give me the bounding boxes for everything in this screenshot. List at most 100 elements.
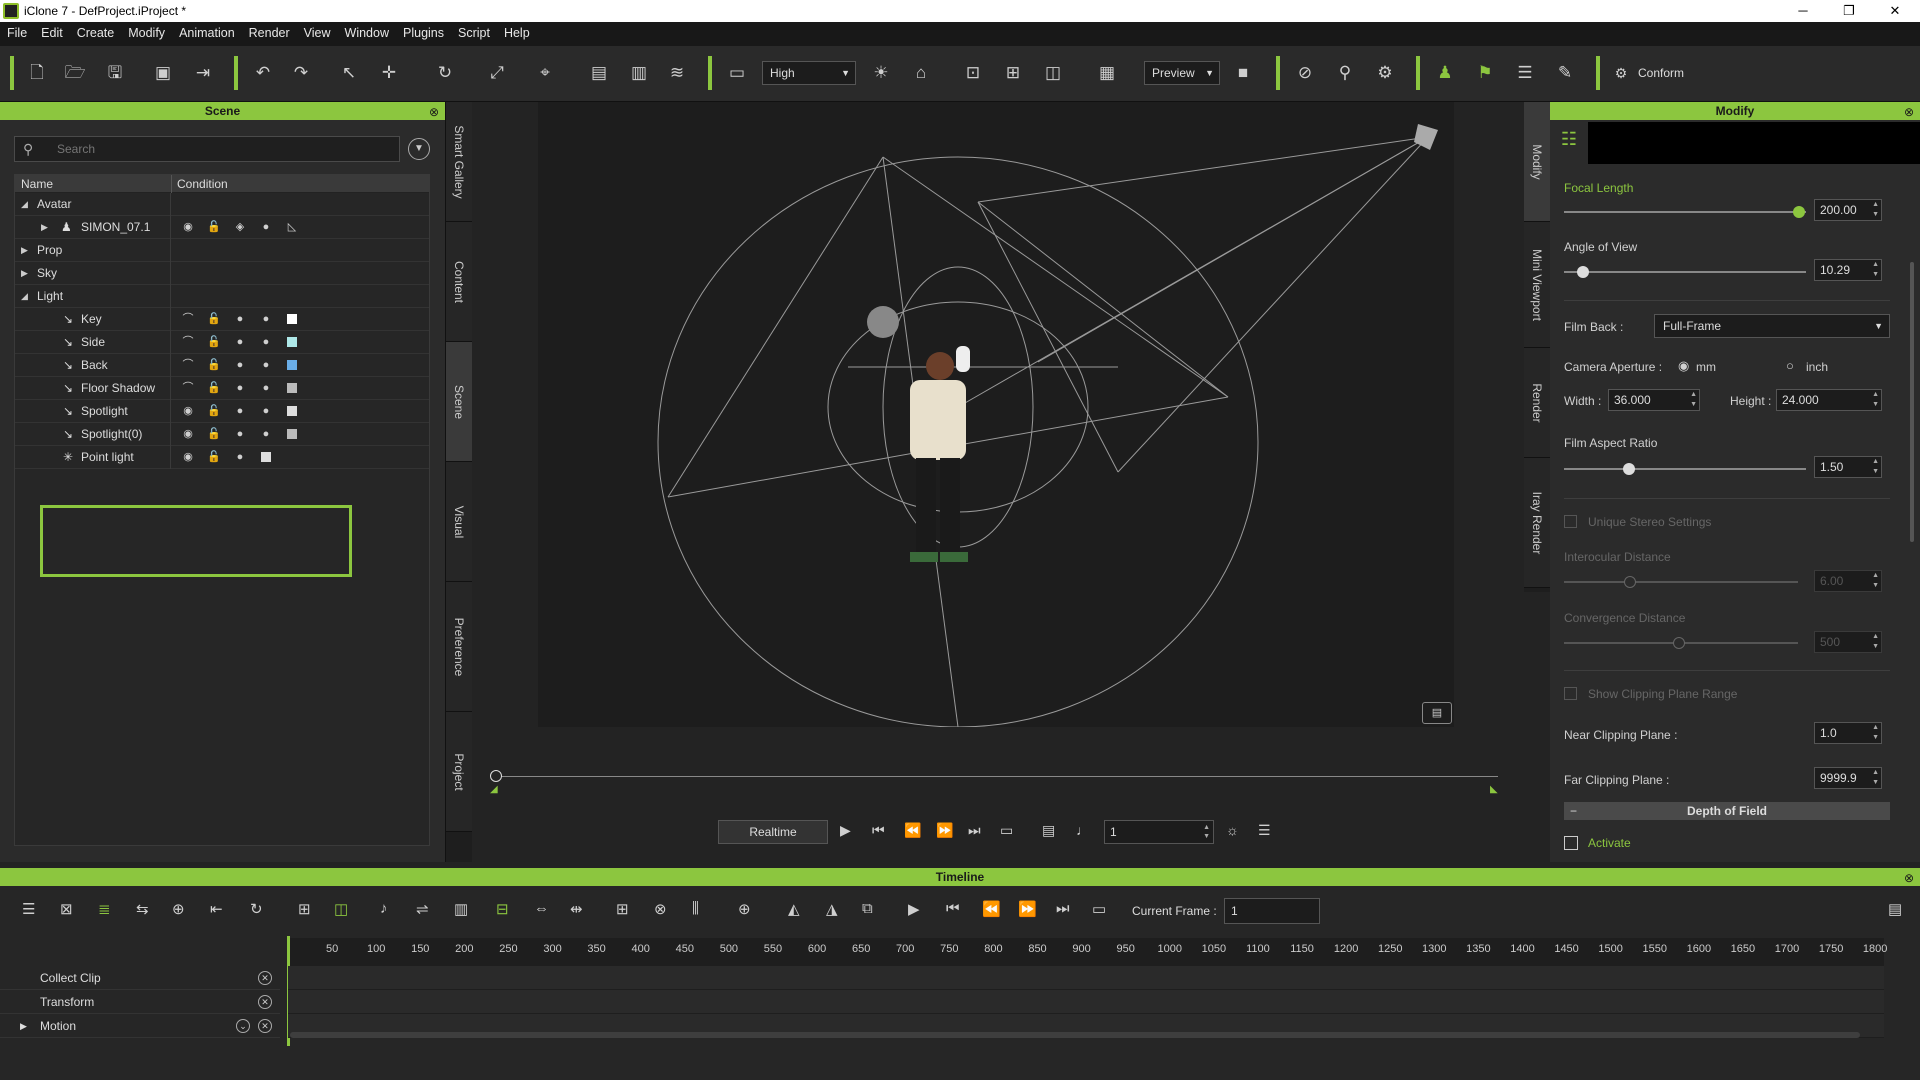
layers-icon[interactable]: ≣ bbox=[98, 900, 111, 918]
settings-sun-icon[interactable]: ☼ bbox=[1226, 822, 1239, 838]
spinner-icon[interactable]: ▲ ▼ bbox=[1203, 823, 1210, 841]
close-panel-icon[interactable]: ⊗ bbox=[1904, 103, 1914, 121]
spinner-icon[interactable]: ▲ ▼ bbox=[1872, 768, 1879, 788]
play-icon[interactable]: ▶ bbox=[840, 822, 851, 839]
light-color-swatch[interactable] bbox=[253, 446, 279, 469]
track-options-icon[interactable]: ⌄ bbox=[236, 1019, 250, 1033]
light-color-swatch[interactable] bbox=[279, 331, 305, 354]
radio-inch-icon[interactable]: ○ bbox=[1786, 358, 1794, 373]
expand-icon[interactable]: ▶ bbox=[41, 216, 48, 239]
flag-icon[interactable]: ⚑ bbox=[1472, 60, 1498, 86]
tab-content[interactable]: Content bbox=[446, 222, 472, 342]
spinner-icon[interactable]: ▲ ▼ bbox=[1872, 457, 1879, 477]
tree-row-back[interactable]: ↘ Back ⌒ 🔓 ● ● bbox=[15, 354, 429, 377]
shadow-icon[interactable]: ● bbox=[253, 354, 279, 377]
tree-row-light[interactable]: ◢ Light bbox=[15, 285, 429, 308]
lock-icon[interactable]: 🔓 bbox=[201, 331, 227, 354]
track-close-icon[interactable]: ✕ bbox=[258, 1019, 272, 1033]
interocular-input[interactable]: 6.00 ▲ ▼ bbox=[1814, 570, 1882, 592]
render-settings-icon[interactable]: ▣ bbox=[150, 60, 176, 86]
focal-length-input[interactable]: 200.00 ▲ ▼ bbox=[1814, 199, 1882, 221]
slider-knob[interactable] bbox=[1623, 576, 1636, 588]
path-icon[interactable]: ≋ bbox=[664, 60, 690, 86]
3d-viewport[interactable]: ▤ bbox=[538, 102, 1454, 727]
menu-modify[interactable]: Modify bbox=[121, 22, 172, 44]
height-input[interactable]: 24.000 ▲ ▼ bbox=[1776, 389, 1882, 411]
menu-view[interactable]: View bbox=[297, 22, 338, 44]
lock-icon[interactable]: 🔓 bbox=[201, 400, 227, 423]
hidden-eye-icon[interactable]: ⌒ bbox=[175, 377, 201, 400]
lock-icon[interactable]: 🔓 bbox=[201, 216, 227, 239]
shift-icon[interactable]: ⇆ bbox=[136, 900, 149, 918]
spinner-icon[interactable]: ▲ ▼ bbox=[1872, 723, 1879, 743]
expand-range-icon[interactable]: ⇔ bbox=[534, 900, 549, 917]
menu-plugins[interactable]: Plugins bbox=[396, 22, 451, 44]
last-frame-icon[interactable]: ⏭ bbox=[968, 822, 981, 839]
collapse-range-icon[interactable]: ⇹ bbox=[570, 900, 583, 918]
delete-key-icon[interactable]: ⊠ bbox=[60, 900, 73, 918]
spinner-icon[interactable]: ▲ ▼ bbox=[1872, 390, 1879, 410]
hidden-eye-icon[interactable]: ⌒ bbox=[175, 331, 201, 354]
zoom-extend-icon[interactable]: ⊞ bbox=[1000, 60, 1026, 86]
camera-icon[interactable]: ■ bbox=[1230, 60, 1256, 86]
shadow-icon[interactable]: ● bbox=[253, 308, 279, 331]
shadow-icon[interactable]: ● bbox=[253, 400, 279, 423]
current-frame-input[interactable]: 1 bbox=[1224, 898, 1320, 924]
expand-icon[interactable]: ▶ bbox=[21, 262, 28, 285]
tab-visual[interactable]: Visual bbox=[446, 462, 472, 582]
shadow-icon[interactable]: ● bbox=[253, 377, 279, 400]
spotlight-gizmo-icon[interactable] bbox=[867, 306, 899, 338]
conform-button[interactable]: Conform bbox=[1638, 66, 1684, 80]
character-icon[interactable]: ♟ bbox=[1432, 60, 1458, 86]
timeline-ruler[interactable]: 50 100 150 200 250 300 350 400 450 500 550 600 650 70… bbox=[288, 938, 1887, 966]
far-clip-input[interactable]: 9999.9 ▲ ▼ bbox=[1814, 767, 1882, 789]
show-clipping-checkbox[interactable] bbox=[1564, 687, 1577, 700]
mesh-icon[interactable]: ◈ bbox=[227, 216, 253, 239]
light-color-swatch[interactable] bbox=[279, 354, 305, 377]
tab-render[interactable]: Render bbox=[1524, 348, 1550, 458]
redo-icon[interactable]: ↷ bbox=[288, 60, 314, 86]
conform-icon[interactable]: ⚙ bbox=[1608, 60, 1634, 86]
menu-animation[interactable]: Animation bbox=[172, 22, 242, 44]
menu-window[interactable]: Window bbox=[338, 22, 396, 44]
spinner-icon[interactable]: ▲ ▼ bbox=[1872, 571, 1879, 591]
menu-help[interactable]: Help bbox=[497, 22, 537, 44]
material-icon[interactable]: ● bbox=[253, 216, 279, 239]
avatar-figure[interactable] bbox=[910, 352, 968, 562]
fit-icon[interactable]: ⊡ bbox=[960, 60, 986, 86]
camera-gizmo-icon[interactable] bbox=[1414, 124, 1438, 150]
tl-first-icon[interactable]: ⏮ bbox=[946, 900, 960, 917]
scrub-handle[interactable] bbox=[490, 770, 502, 782]
remove-key-icon[interactable]: ⇤ bbox=[210, 900, 223, 918]
realtime-dropdown[interactable]: Realtime bbox=[718, 820, 828, 844]
light-on-icon[interactable]: ● bbox=[227, 377, 253, 400]
distribute-icon[interactable]: ▥ bbox=[626, 60, 652, 86]
depth-of-field-section[interactable]: − Depth of Field bbox=[1564, 802, 1890, 820]
bone-icon[interactable]: ⚲ bbox=[1332, 60, 1358, 86]
track-close-icon[interactable]: ✕ bbox=[258, 971, 272, 985]
music-note-icon[interactable]: ♩ bbox=[1076, 822, 1090, 838]
pose-icon[interactable]: ◺ bbox=[279, 216, 305, 239]
sliders-icon[interactable]: ☷ bbox=[1554, 124, 1584, 154]
hidden-eye-icon[interactable]: ⌒ bbox=[175, 308, 201, 331]
activate-checkbox[interactable] bbox=[1564, 836, 1578, 850]
track-lane[interactable] bbox=[288, 990, 1884, 1014]
columns-icon[interactable]: ⫼ bbox=[692, 900, 699, 917]
spinner-icon[interactable]: ▲ ▼ bbox=[1690, 390, 1697, 410]
viewport-info-icon[interactable]: ▤ bbox=[1422, 702, 1452, 724]
film-back-dropdown[interactable]: Full-Frame ▼ bbox=[1654, 314, 1890, 338]
spinner-icon[interactable]: ▲ ▼ bbox=[1872, 632, 1879, 652]
convergence-slider[interactable] bbox=[1564, 637, 1798, 649]
focal-length-slider[interactable] bbox=[1564, 206, 1806, 218]
tree-row-point-light[interactable]: ✳ Point light ◉ 🔓 ● bbox=[15, 446, 429, 469]
rotate-icon[interactable]: ↻ bbox=[432, 60, 458, 86]
export-icon[interactable]: ⇥ bbox=[190, 60, 216, 86]
film-aspect-ratio-slider[interactable] bbox=[1564, 463, 1806, 475]
erase-icon[interactable]: ⊗ bbox=[654, 900, 667, 918]
slider-knob[interactable] bbox=[1623, 463, 1636, 475]
select-icon[interactable]: ↖ bbox=[336, 60, 362, 86]
lock-icon[interactable]: 🔓 bbox=[201, 308, 227, 331]
expand-icon[interactable]: ▶ bbox=[21, 239, 28, 262]
audio-icon[interactable]: ♪ bbox=[380, 900, 388, 917]
close-panel-icon[interactable]: ⊗ bbox=[1904, 869, 1914, 887]
